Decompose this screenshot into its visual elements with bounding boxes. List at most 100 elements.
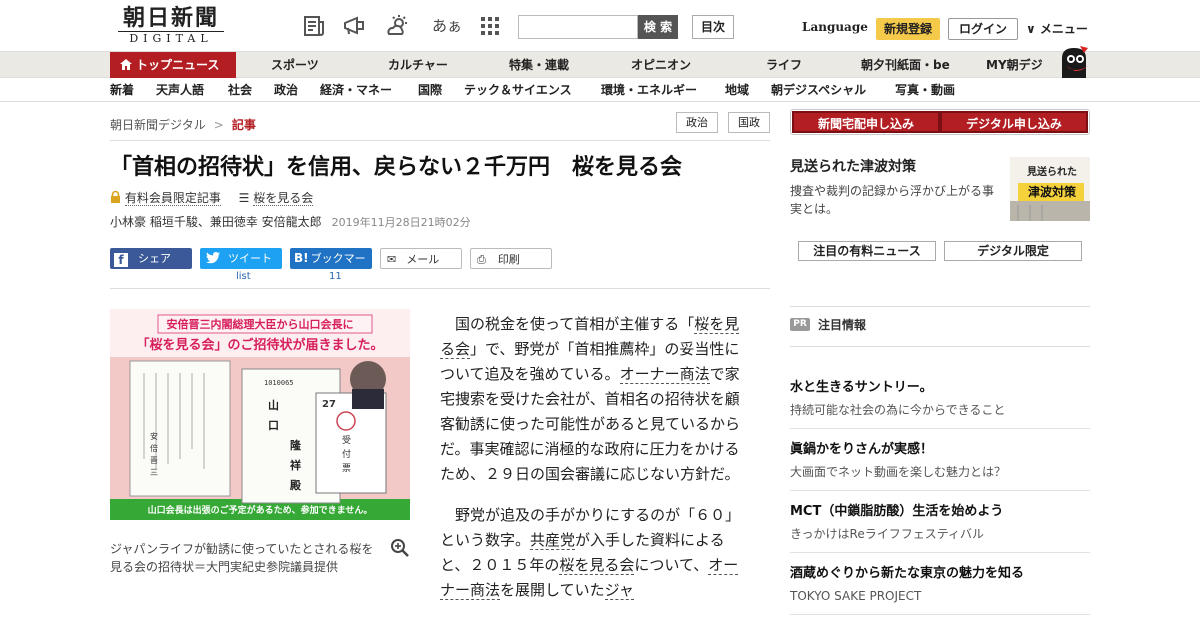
print-button[interactable]: ⎙ 印刷 — [470, 248, 552, 269]
print-label: 印刷 — [497, 253, 520, 266]
keyword-link[interactable]: ジャ — [604, 581, 634, 600]
weather-icon[interactable] — [386, 14, 410, 38]
login-button[interactable]: ログイン — [948, 18, 1018, 40]
facebook-icon: f — [114, 253, 128, 267]
nav-top-news[interactable]: トップニュース — [110, 52, 236, 78]
divider — [790, 306, 1090, 307]
nav-paper[interactable]: 朝夕刊紙面・be — [861, 52, 950, 78]
share-mail-button[interactable]: ✉ メール — [380, 248, 462, 269]
primary-nav: トップニュース スポーツ カルチャー 特集・連載 オピニオン ライフ 朝夕刊紙面… — [0, 52, 1200, 78]
thumb-text-1: 見送られた — [1026, 165, 1077, 178]
tag-politics[interactable]: 政治 — [676, 112, 718, 133]
keyword-link[interactable]: オーナー商法 — [619, 365, 710, 384]
toc-button[interactable]: 目次 — [692, 15, 734, 39]
breadcrumb-current: 記事 — [231, 118, 256, 132]
tab-digital-only[interactable]: デジタル限定 — [944, 241, 1082, 261]
ad-description: 大画面でネット動画を楽しむ魅力とは？ — [790, 465, 1007, 479]
nav-region[interactable]: 地域 — [725, 78, 749, 102]
article-photo[interactable]: 安倍晋三内閣総理大臣から山口会長に 「桜を見る会」のご招待状が届きました。 山口… — [110, 309, 410, 520]
nav-special[interactable]: 朝デジスペシャル — [771, 78, 866, 102]
register-button[interactable]: 新規登録 — [876, 18, 940, 40]
photo-sender-4: 三 — [150, 468, 158, 477]
kana-icon[interactable]: あぁ — [432, 14, 462, 38]
share-facebook-button[interactable]: f シェア — [110, 248, 192, 269]
photo-sender-1: 安 — [150, 431, 158, 441]
nav-photo-video[interactable]: 写真・動画 — [895, 78, 955, 102]
keyword-link[interactable]: 桜を見る会 — [559, 556, 635, 575]
photo-sender-2: 倍 — [150, 443, 158, 453]
nav-sports[interactable]: スポーツ — [271, 52, 319, 78]
share-twitter-label: ツイート — [228, 252, 272, 265]
bylines: 小林豪 稲垣千駿、兼田徳幸 安倍龍太郎 2019年11月28日21時02分 — [110, 213, 471, 230]
hatena-count[interactable]: 11 — [329, 271, 342, 282]
photo-card-number: 27 — [322, 399, 336, 410]
site-logo[interactable]: 朝日新聞 DIGITAL — [112, 6, 230, 46]
nav-tech-science[interactable]: テック＆サイエンス — [464, 78, 572, 102]
photo-receipt-1: 受 — [342, 434, 351, 446]
photo-name-4: 祥 — [290, 458, 301, 472]
nav-features[interactable]: 特集・連載 — [509, 52, 569, 78]
menu-button[interactable]: ∨ メニュー — [1026, 20, 1088, 37]
keyword-link[interactable]: 共産党 — [530, 531, 576, 550]
photo-caption: ジャパンライフが勧誘に使っていたとされる桜を見る会の招待状＝大門実紀史参院議員提… — [110, 542, 374, 574]
divider — [790, 490, 1090, 491]
home-icon — [120, 59, 132, 70]
divider — [790, 428, 1090, 429]
list-icon: ☰ — [238, 191, 250, 205]
subscribe-digital-button[interactable]: デジタル申し込み — [940, 111, 1088, 133]
site-header: 朝日新聞 DIGITAL あぁ 検 索 目次 Language 新規登録 ログイ… — [0, 0, 1200, 52]
photo-postal: 1010065 — [264, 379, 294, 387]
grid-icon[interactable] — [478, 14, 502, 38]
nav-latest[interactable]: 新着 — [110, 78, 134, 102]
photo-receipt-2: 付 — [342, 449, 351, 460]
newspaper-icon[interactable] — [302, 14, 326, 38]
divider — [790, 346, 1090, 347]
publish-date: 2019年11月28日21時02分 — [331, 216, 471, 229]
ad-item[interactable]: 水と生きるサントリー。 持続可能な社会の為に今からできること — [790, 378, 1090, 420]
megaphone-icon[interactable] — [342, 14, 366, 38]
divider — [110, 140, 770, 141]
breadcrumb-home[interactable]: 朝日新聞デジタル — [110, 118, 206, 132]
zoom-icon[interactable] — [390, 538, 410, 558]
subscribe-paper-button[interactable]: 新聞宅配申し込み — [792, 111, 940, 133]
ad-title: 酒蔵めぐりから新たな東京の魅力を知る — [790, 566, 1025, 581]
nav-culture[interactable]: カルチャー — [388, 52, 448, 78]
feature-thumbnail[interactable]: 見送られた 津波対策 — [1010, 157, 1090, 221]
tab-paid-news[interactable]: 注目の有料ニュース — [798, 241, 936, 261]
members-only-label[interactable]: 有料会員限定記事 — [124, 191, 221, 206]
feature-title[interactable]: 見送られた津波対策 — [790, 156, 916, 176]
twitter-count[interactable]: list — [236, 271, 251, 282]
photo-name-2: 口 — [268, 419, 279, 432]
logo-kanji: 朝日新聞 — [122, 5, 219, 31]
nav-environment[interactable]: 環境・エネルギー — [601, 78, 697, 102]
nav-international[interactable]: 国際 — [418, 78, 442, 102]
ad-title: 水と生きるサントリー。 — [790, 380, 933, 395]
p2-text-d: を展開していた — [500, 581, 605, 599]
divider — [790, 614, 1090, 615]
nav-life[interactable]: ライフ — [766, 52, 802, 78]
photo-sender-3: 晋 — [150, 456, 158, 465]
breadcrumb: 朝日新聞デジタル > 記事 — [110, 116, 256, 133]
ad-description: TOKYO SAKE PROJECT — [790, 589, 922, 603]
ad-item[interactable]: MCT（中鎖脂肪酸）生活を始めよう きっかけはReライフフェスティバル — [790, 502, 1090, 544]
nav-my-asadigi[interactable]: MY朝デジ — [986, 52, 1043, 78]
nav-society[interactable]: 社会 — [228, 78, 252, 102]
language-link[interactable]: Language — [802, 20, 868, 34]
nav-opinion[interactable]: オピニオン — [631, 52, 691, 78]
nav-politics[interactable]: 政治 — [274, 78, 298, 102]
logo-sub: DIGITAL — [118, 31, 224, 45]
share-hatena-button[interactable]: B! ブックマーク — [290, 248, 372, 286]
article-body: 国の税金を使って首相が主催する「桜を見る会」で、野党が「首相推薦枠」の妥当性につ… — [440, 312, 750, 619]
nav-tenseijingo[interactable]: 天声人語 — [156, 78, 204, 102]
notice-heading: 注目情報 — [818, 318, 867, 332]
ad-item[interactable]: 眞鍋かをりさんが実感！ 大画面でネット動画を楽しむ魅力とは？ — [790, 440, 1090, 482]
authors: 小林豪 稲垣千駿、兼田徳幸 安倍龍太郎 — [110, 215, 322, 229]
ad-item[interactable]: 酒蔵めぐりから新たな東京の魅力を知る TOKYO SAKE PROJECT — [790, 564, 1090, 606]
share-twitter-button[interactable]: ツイート — [200, 248, 282, 269]
search-input[interactable] — [518, 15, 638, 39]
tag-national-politics[interactable]: 国政 — [728, 112, 770, 133]
search-button[interactable]: 検 索 — [638, 15, 678, 39]
nav-economy[interactable]: 経済・マネー — [320, 78, 392, 102]
divider — [790, 552, 1090, 553]
topic-link[interactable]: 桜を見る会 — [253, 191, 314, 206]
